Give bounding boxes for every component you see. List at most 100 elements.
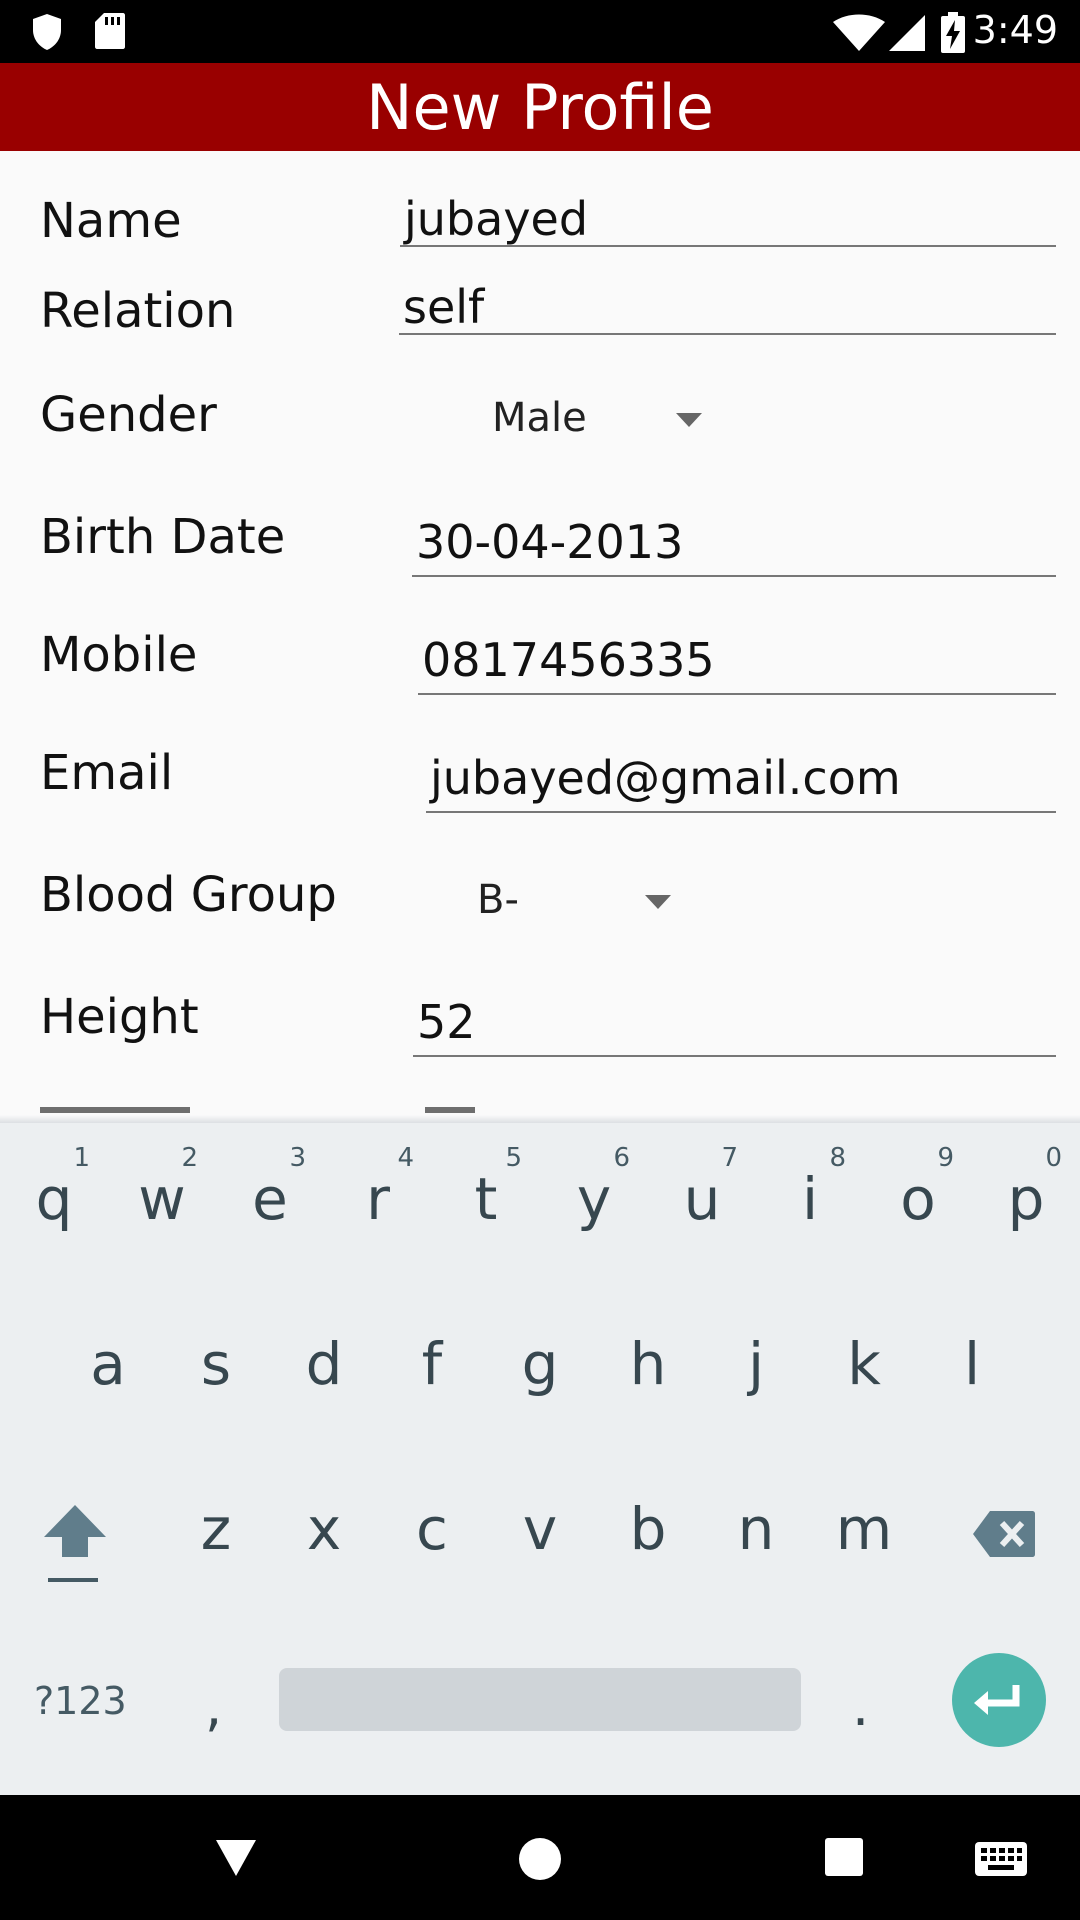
back-icon[interactable]	[214, 1838, 258, 1878]
key-label: h	[629, 1330, 667, 1398]
relation-input[interactable]: self	[399, 283, 1056, 335]
cell-signal-icon	[889, 15, 925, 51]
key-hint: 1	[73, 1143, 90, 1173]
blood-group-label: Blood Group	[40, 867, 337, 923]
key-v[interactable]: v	[486, 1453, 594, 1603]
page-title: New Profile	[366, 71, 714, 144]
key-label: d	[305, 1330, 343, 1398]
key-a[interactable]: a	[54, 1288, 162, 1438]
symbols-key[interactable]: ?123	[34, 1679, 127, 1723]
recents-icon[interactable]	[824, 1837, 864, 1877]
key-t[interactable]: t5	[432, 1123, 540, 1273]
keyboard-switch-icon[interactable]	[974, 1841, 1028, 1877]
sd-card-icon	[95, 13, 125, 49]
key-e[interactable]: e3	[216, 1123, 324, 1273]
key-label: w	[138, 1165, 186, 1233]
key-label: e	[252, 1165, 288, 1233]
key-l[interactable]: l	[918, 1288, 1026, 1438]
relation-label: Relation	[40, 283, 236, 339]
key-label: o	[900, 1165, 936, 1233]
birth-date-input[interactable]: 30-04-2013	[412, 511, 1056, 577]
gender-value: Male	[492, 395, 587, 441]
gender-label: Gender	[40, 387, 217, 443]
key-z[interactable]: z	[162, 1453, 270, 1603]
chevron-down-icon	[645, 895, 671, 909]
shift-key[interactable]	[42, 1503, 108, 1583]
key-x[interactable]: x	[270, 1453, 378, 1603]
screen: 3:49 New Profile Name jubayed Relation s…	[0, 0, 1080, 1920]
key-s[interactable]: s	[162, 1288, 270, 1438]
name-input[interactable]: jubayed	[400, 195, 1056, 247]
keyboard-shadow	[0, 1115, 1080, 1123]
soft-keyboard: q1w2e3r4t5y6u7i8o9p0 asdfghjkl zxcvbnm ?…	[0, 1123, 1080, 1795]
birth-date-label: Birth Date	[40, 509, 286, 565]
shift-icon	[44, 1505, 106, 1557]
key-d[interactable]: d	[270, 1288, 378, 1438]
key-w[interactable]: w2	[108, 1123, 216, 1273]
backspace-icon	[973, 1511, 1035, 1557]
key-j[interactable]: j	[702, 1288, 810, 1438]
status-time: 3:49	[972, 8, 1058, 52]
blood-group-value: B-	[477, 877, 519, 923]
key-label: z	[200, 1495, 232, 1563]
key-f[interactable]: f	[378, 1288, 486, 1438]
key-k[interactable]: k	[810, 1288, 918, 1438]
mobile-input[interactable]: 0817456335	[418, 629, 1056, 695]
key-o[interactable]: o9	[864, 1123, 972, 1273]
email-label: Email	[40, 745, 174, 801]
key-hint: 8	[829, 1143, 846, 1173]
key-label: y	[576, 1165, 612, 1233]
key-hint: 5	[505, 1143, 522, 1173]
key-q[interactable]: q1	[0, 1123, 108, 1273]
key-hint: 7	[721, 1143, 738, 1173]
name-label: Name	[40, 193, 182, 249]
key-p[interactable]: p0	[972, 1123, 1080, 1273]
key-label: l	[963, 1330, 981, 1398]
home-icon[interactable]	[518, 1837, 562, 1881]
app-bar: New Profile	[0, 63, 1080, 151]
email-input[interactable]: jubayed@gmail.com	[426, 747, 1056, 813]
key-label: r	[366, 1165, 390, 1233]
key-label: s	[200, 1330, 232, 1398]
key-label: u	[683, 1165, 721, 1233]
comma-key[interactable]: ,	[205, 1675, 222, 1738]
key-label: f	[421, 1330, 443, 1398]
enter-key[interactable]	[952, 1653, 1046, 1747]
height-input[interactable]: 52	[413, 991, 1056, 1057]
key-b[interactable]: b	[594, 1453, 702, 1603]
battery-charging-icon	[941, 12, 965, 53]
key-u[interactable]: u7	[648, 1123, 756, 1273]
key-hint: 3	[289, 1143, 306, 1173]
wifi-icon	[833, 14, 885, 51]
key-i[interactable]: i8	[756, 1123, 864, 1273]
profile-form: Name jubayed Relation self Gender Male B…	[0, 151, 1080, 1123]
backspace-key[interactable]	[972, 1509, 1036, 1559]
navigation-bar	[0, 1795, 1080, 1920]
chevron-down-icon	[676, 413, 702, 427]
key-label: b	[629, 1495, 667, 1563]
status-bar: 3:49	[0, 0, 1080, 63]
key-label: q	[35, 1165, 73, 1233]
key-label: x	[306, 1495, 342, 1563]
period-key[interactable]: .	[852, 1675, 869, 1738]
key-label: p	[1007, 1165, 1045, 1233]
key-hint: 4	[397, 1143, 414, 1173]
mobile-label: Mobile	[40, 627, 198, 683]
key-m[interactable]: m	[810, 1453, 918, 1603]
key-label: m	[835, 1495, 893, 1563]
key-label: v	[522, 1495, 558, 1563]
key-y[interactable]: y6	[540, 1123, 648, 1273]
height-label: Height	[40, 989, 199, 1045]
key-r[interactable]: r4	[324, 1123, 432, 1273]
key-label: n	[737, 1495, 775, 1563]
key-g[interactable]: g	[486, 1288, 594, 1438]
space-key[interactable]	[279, 1668, 801, 1731]
key-hint: 6	[613, 1143, 630, 1173]
key-n[interactable]: n	[702, 1453, 810, 1603]
enter-icon	[974, 1685, 1020, 1715]
key-label: j	[747, 1330, 765, 1398]
key-h[interactable]: h	[594, 1288, 702, 1438]
key-hint: 9	[937, 1143, 954, 1173]
key-c[interactable]: c	[378, 1453, 486, 1603]
shield-icon	[33, 14, 61, 50]
